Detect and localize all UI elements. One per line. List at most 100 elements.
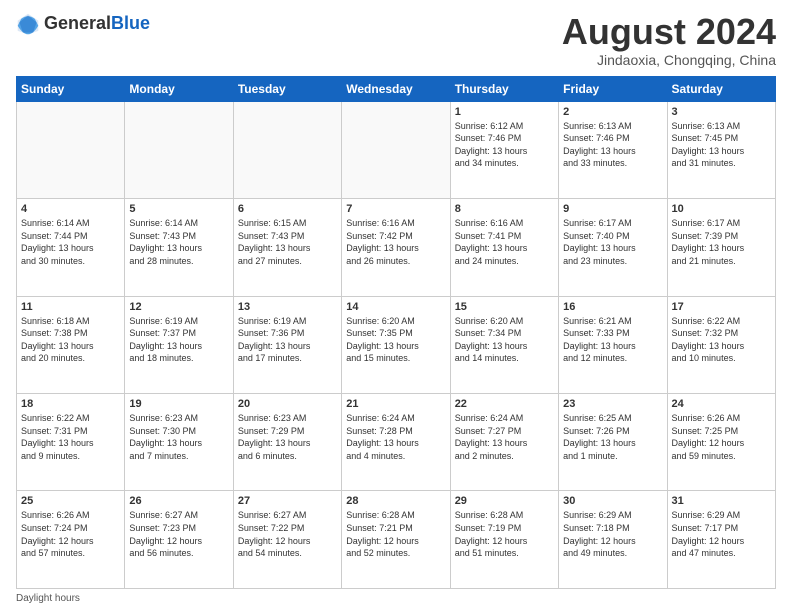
calendar-cell: 18Sunrise: 6:22 AM Sunset: 7:31 PM Dayli… [17, 394, 125, 491]
weekday-header-saturday: Saturday [667, 76, 775, 101]
calendar-cell: 12Sunrise: 6:19 AM Sunset: 7:37 PM Dayli… [125, 296, 233, 393]
calendar-week-1: 1Sunrise: 6:12 AM Sunset: 7:46 PM Daylig… [17, 101, 776, 198]
month-title: August 2024 [562, 12, 776, 52]
logo-text-block: General Blue [44, 14, 150, 34]
calendar-table: SundayMondayTuesdayWednesdayThursdayFrid… [16, 76, 776, 589]
weekday-header-tuesday: Tuesday [233, 76, 341, 101]
calendar-cell: 14Sunrise: 6:20 AM Sunset: 7:35 PM Dayli… [342, 296, 450, 393]
calendar-week-5: 25 Sunrise: 6:26 AM Sunset: 7:24 PM Dayli… [17, 491, 776, 589]
generalblue-logo-icon [16, 12, 40, 36]
calendar-cell: 24Sunrise: 6:26 AM Sunset: 7:25 PM Dayli… [667, 394, 775, 491]
day-info: Sunrise: 6:19 AM Sunset: 7:36 PM Dayligh… [238, 315, 337, 365]
day-info: Sunrise: 6:22 AM Sunset: 7:32 PM Dayligh… [672, 315, 771, 365]
calendar-cell: 4Sunrise: 6:14 AM Sunset: 7:44 PM Daylig… [17, 199, 125, 296]
day-info: Sunrise: 6:18 AM Sunset: 7:38 PM Dayligh… [21, 315, 120, 365]
footer: Daylight hours [16, 593, 776, 604]
calendar-cell: 19 Sunrise: 6:23 AM Sunset: 7:30 PM Dayli… [125, 394, 233, 491]
calendar-cell: 27 Sunrise: 6:27 AM Sunset: 7:22 PM Dayli… [233, 491, 341, 589]
day-number: 24 [672, 398, 771, 410]
logo-general: General [44, 14, 111, 34]
day-number: 5 [129, 203, 228, 215]
day-info: Sunrise: 6:19 AM Sunset: 7:37 PM Dayligh… [129, 315, 228, 365]
calendar-cell: 5Sunrise: 6:14 AM Sunset: 7:43 PM Daylig… [125, 199, 233, 296]
day-info: Sunrise: 6:16 AM Sunset: 7:41 PM Dayligh… [455, 217, 554, 267]
calendar-cell: 30 Sunrise: 6:29 AM Sunset: 7:18 PM Dayli… [559, 491, 667, 589]
calendar-cell [17, 101, 125, 198]
day-number: 7 [346, 203, 445, 215]
logo-blue: Blue [111, 14, 150, 34]
calendar-cell: 16 Sunrise: 6:21 AM Sunset: 7:33 PM Dayli… [559, 296, 667, 393]
day-info: Sunrise: 6:13 AM Sunset: 7:45 PM Dayligh… [672, 120, 771, 170]
day-info: Sunrise: 6:20 AM Sunset: 7:34 PM Dayligh… [455, 315, 554, 365]
day-number: 27 [238, 495, 337, 507]
calendar-cell: 15 Sunrise: 6:20 AM Sunset: 7:34 PM Dayli… [450, 296, 558, 393]
day-number: 6 [238, 203, 337, 215]
day-info: Sunrise: 6:17 AM Sunset: 7:40 PM Dayligh… [563, 217, 662, 267]
day-number: 20 [238, 398, 337, 410]
calendar-cell: 11 Sunrise: 6:18 AM Sunset: 7:38 PM Dayli… [17, 296, 125, 393]
day-number: 15 [455, 301, 554, 313]
weekday-header-friday: Friday [559, 76, 667, 101]
day-number: 9 [563, 203, 662, 215]
weekday-header-row: SundayMondayTuesdayWednesdayThursdayFrid… [17, 76, 776, 101]
day-info: Sunrise: 6:27 AM Sunset: 7:23 PM Dayligh… [129, 509, 228, 559]
day-number: 17 [672, 301, 771, 313]
day-number: 25 [21, 495, 120, 507]
calendar-cell: 31Sunrise: 6:29 AM Sunset: 7:17 PM Dayli… [667, 491, 775, 589]
day-number: 30 [563, 495, 662, 507]
title-block: August 2024 Jindaoxia, Chongqing, China [562, 12, 776, 68]
weekday-header-sunday: Sunday [17, 76, 125, 101]
calendar-cell: 17 Sunrise: 6:22 AM Sunset: 7:32 PM Dayli… [667, 296, 775, 393]
day-info: Sunrise: 6:26 AM Sunset: 7:24 PM Dayligh… [21, 509, 120, 559]
day-info: Sunrise: 6:28 AM Sunset: 7:19 PM Dayligh… [455, 509, 554, 559]
day-info: Sunrise: 6:12 AM Sunset: 7:46 PM Dayligh… [455, 120, 554, 170]
logo: General Blue [16, 12, 150, 36]
day-info: Sunrise: 6:29 AM Sunset: 7:17 PM Dayligh… [672, 509, 771, 559]
day-info: Sunrise: 6:17 AM Sunset: 7:39 PM Dayligh… [672, 217, 771, 267]
calendar-cell: 29 Sunrise: 6:28 AM Sunset: 7:19 PM Dayli… [450, 491, 558, 589]
day-number: 23 [563, 398, 662, 410]
day-info: Sunrise: 6:20 AM Sunset: 7:35 PM Dayligh… [346, 315, 445, 365]
calendar-cell: 28 Sunrise: 6:28 AM Sunset: 7:21 PM Dayli… [342, 491, 450, 589]
calendar-cell: 25 Sunrise: 6:26 AM Sunset: 7:24 PM Dayli… [17, 491, 125, 589]
calendar-cell: 3 Sunrise: 6:13 AM Sunset: 7:45 PM Daylig… [667, 101, 775, 198]
day-info: Sunrise: 6:29 AM Sunset: 7:18 PM Dayligh… [563, 509, 662, 559]
calendar-cell: 2Sunrise: 6:13 AM Sunset: 7:46 PM Daylig… [559, 101, 667, 198]
calendar-cell: 23 Sunrise: 6:25 AM Sunset: 7:26 PM Dayli… [559, 394, 667, 491]
day-info: Sunrise: 6:21 AM Sunset: 7:33 PM Dayligh… [563, 315, 662, 365]
day-info: Sunrise: 6:23 AM Sunset: 7:30 PM Dayligh… [129, 412, 228, 462]
header: General Blue August 2024 Jindaoxia, Chon… [16, 12, 776, 68]
location: Jindaoxia, Chongqing, China [562, 52, 776, 68]
calendar-cell: 22 Sunrise: 6:24 AM Sunset: 7:27 PM Dayli… [450, 394, 558, 491]
calendar-week-3: 11 Sunrise: 6:18 AM Sunset: 7:38 PM Dayli… [17, 296, 776, 393]
calendar-cell: 8 Sunrise: 6:16 AM Sunset: 7:41 PM Daylig… [450, 199, 558, 296]
day-info: Sunrise: 6:27 AM Sunset: 7:22 PM Dayligh… [238, 509, 337, 559]
day-number: 16 [563, 301, 662, 313]
day-number: 29 [455, 495, 554, 507]
day-number: 11 [21, 301, 120, 313]
calendar-cell: 21 Sunrise: 6:24 AM Sunset: 7:28 PM Dayli… [342, 394, 450, 491]
day-number: 3 [672, 106, 771, 118]
daylight-label: Daylight hours [16, 593, 80, 604]
calendar-cell: 7Sunrise: 6:16 AM Sunset: 7:42 PM Daylig… [342, 199, 450, 296]
day-number: 19 [129, 398, 228, 410]
day-info: Sunrise: 6:25 AM Sunset: 7:26 PM Dayligh… [563, 412, 662, 462]
day-number: 13 [238, 301, 337, 313]
day-info: Sunrise: 6:28 AM Sunset: 7:21 PM Dayligh… [346, 509, 445, 559]
calendar-cell [233, 101, 341, 198]
calendar-cell: 10Sunrise: 6:17 AM Sunset: 7:39 PM Dayli… [667, 199, 775, 296]
weekday-header-thursday: Thursday [450, 76, 558, 101]
day-info: Sunrise: 6:23 AM Sunset: 7:29 PM Dayligh… [238, 412, 337, 462]
day-info: Sunrise: 6:24 AM Sunset: 7:28 PM Dayligh… [346, 412, 445, 462]
weekday-header-monday: Monday [125, 76, 233, 101]
day-number: 21 [346, 398, 445, 410]
day-info: Sunrise: 6:13 AM Sunset: 7:46 PM Dayligh… [563, 120, 662, 170]
day-number: 8 [455, 203, 554, 215]
day-info: Sunrise: 6:24 AM Sunset: 7:27 PM Dayligh… [455, 412, 554, 462]
calendar-cell: 20 Sunrise: 6:23 AM Sunset: 7:29 PM Dayli… [233, 394, 341, 491]
day-number: 28 [346, 495, 445, 507]
calendar-cell: 6Sunrise: 6:15 AM Sunset: 7:43 PM Daylig… [233, 199, 341, 296]
day-number: 18 [21, 398, 120, 410]
day-number: 22 [455, 398, 554, 410]
calendar-cell: 1Sunrise: 6:12 AM Sunset: 7:46 PM Daylig… [450, 101, 558, 198]
